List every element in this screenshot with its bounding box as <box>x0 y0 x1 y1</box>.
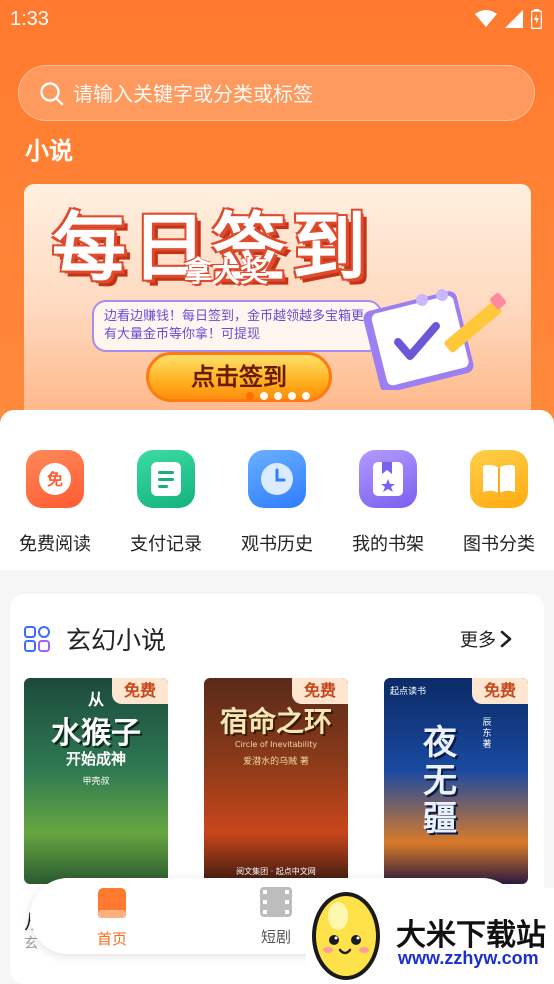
battery-icon <box>531 9 542 29</box>
banner-dot-active[interactable] <box>246 392 254 400</box>
book-card[interactable]: 从 水猴子 开始成神 甲壳叔 免费 <box>24 678 168 884</box>
banner-subtitle: 拿大奖 <box>184 255 269 288</box>
cover-author: 爱潜水的乌贼 著 <box>243 757 309 767</box>
free-badge: 免费 <box>292 678 348 704</box>
cover-title: 宿命之环 <box>219 705 332 738</box>
search-bar[interactable] <box>18 65 535 122</box>
more-link[interactable]: 更多 <box>460 626 512 652</box>
free-badge: 免费 <box>472 678 528 704</box>
status-time: 1:33 <box>10 8 49 30</box>
rice-mascot-logo <box>312 892 380 980</box>
banner-dot[interactable] <box>288 392 296 400</box>
tab-drama[interactable]: 短剧 <box>236 886 316 947</box>
banner-dot[interactable] <box>274 392 282 400</box>
checkin-banner[interactable]: 每日签到 拿大奖 边看边赚钱！每日签到，金币越领越多宝箱更有大量金币等你拿！可提… <box>24 184 531 410</box>
home-book-icon <box>98 888 126 918</box>
search-input[interactable] <box>73 66 513 122</box>
cover-title: 水猴子 <box>51 716 141 751</box>
status-icons <box>475 9 542 29</box>
cover-publisher: 阅文集团 · 起点中文网 <box>236 867 316 876</box>
free-read-icon: 免 <box>26 450 84 508</box>
nav-bookshelf[interactable]: 我的书架 <box>333 450 443 556</box>
section-title: 小说 <box>25 137 73 165</box>
banner-dot[interactable] <box>302 392 310 400</box>
cover-publisher: 甲壳叔 <box>82 777 110 787</box>
nav-label: 支付记录 <box>130 534 202 555</box>
free-read-glyph: 免 <box>47 470 63 489</box>
cover-title: 夜无疆 <box>423 723 457 839</box>
tab-label: 短剧 <box>260 928 291 946</box>
banner-pagination <box>246 392 310 400</box>
nav-free-read[interactable]: 免 免费阅读 <box>0 450 110 556</box>
free-badge: 免费 <box>112 678 168 704</box>
search-icon <box>40 82 64 106</box>
banner-description: 边看边赚钱！每日签到，金币越领越多宝箱更有大量金币等你拿！可提现 <box>92 300 382 352</box>
nav-label: 图书分类 <box>463 534 535 555</box>
nav-label: 免费阅读 <box>19 534 91 555</box>
watermark-url: www.zzhyw.com <box>398 948 539 968</box>
cover-publisher: 起点读书 <box>390 687 427 697</box>
calendar-pencil-icon <box>363 289 506 390</box>
tab-label: 首页 <box>96 930 127 948</box>
cover-subtitle: 开始成神 <box>65 750 126 768</box>
film-icon <box>260 887 292 917</box>
nav-payment-record[interactable]: 支付记录 <box>111 450 221 556</box>
wifi-icon <box>475 10 497 27</box>
cover-author: 辰东 著 <box>482 718 492 750</box>
banner-dot[interactable] <box>260 392 268 400</box>
signal-icon <box>505 10 523 28</box>
book-category-icon <box>470 450 528 508</box>
book-card[interactable]: 宿命之环 Circle of Inevitability 爱潜水的乌贼 著 阅文… <box>204 678 348 884</box>
book-card[interactable]: 起点读书 夜无疆 辰东 著 免费 <box>384 678 528 884</box>
nav-book-category[interactable]: 图书分类 <box>444 450 554 556</box>
tab-home[interactable]: 首页 <box>72 886 152 949</box>
cover-subtitle: Circle of Inevitability <box>234 740 318 749</box>
status-bar: 1:33 <box>0 0 554 40</box>
bookshelf-icon <box>359 450 417 508</box>
nav-label: 我的书架 <box>352 534 424 555</box>
payment-record-icon <box>137 450 195 508</box>
section-heading: 玄幻小说 <box>66 626 167 655</box>
more-label: 更多 <box>460 630 496 651</box>
quick-nav: 免 免费阅读 支付记录 观书历史 我的书架 图书分类 <box>0 410 554 570</box>
clock-history-icon <box>248 450 306 508</box>
chevron-right-icon <box>500 630 512 648</box>
category-grid-icon <box>24 626 50 652</box>
nav-reading-history[interactable]: 观书历史 <box>222 450 332 556</box>
nav-label: 观书历史 <box>241 534 313 555</box>
watermark: 大米下载站 www.zzhyw.com <box>306 888 554 984</box>
